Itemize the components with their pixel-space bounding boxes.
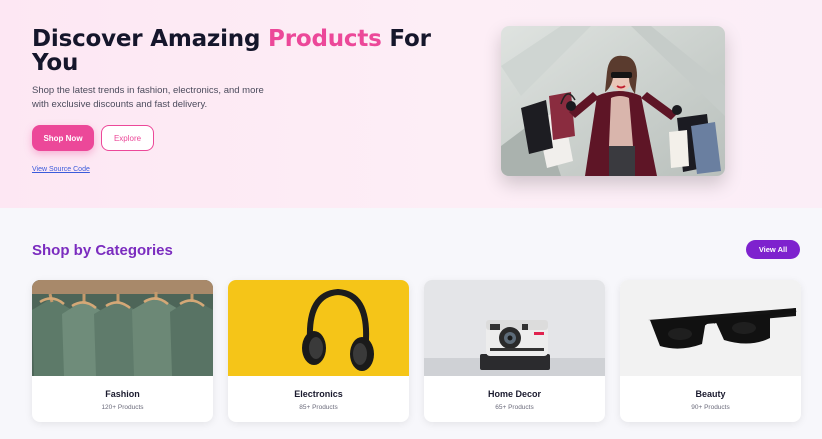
categories-title: Shop by Categories xyxy=(32,242,173,259)
hero-title-start: Discover Amazing xyxy=(32,26,269,52)
view-source-link[interactable]: View Source Code xyxy=(32,166,90,173)
category-count: 65+ Products xyxy=(495,404,534,411)
fashion-image xyxy=(32,280,213,376)
category-name: Home Decor xyxy=(487,389,541,399)
category-count: 85+ Products xyxy=(299,404,338,411)
hero-title: Discover Amazing Products For You xyxy=(32,27,432,75)
electronics-image xyxy=(228,280,409,376)
shop-now-button[interactable]: Shop Now xyxy=(32,125,94,151)
category-card-home-decor[interactable]: Home Decor 65+ Products xyxy=(424,280,605,422)
category-count: 90+ Products xyxy=(691,404,730,411)
category-card-beauty[interactable]: Beauty 90+ Products xyxy=(620,280,801,422)
category-count: 120+ Products xyxy=(101,404,144,411)
hero-section: Discover Amazing Products For You Shop t… xyxy=(0,0,822,208)
category-card-electronics[interactable]: Electronics 85+ Products xyxy=(228,280,409,422)
hero-shopping-photo xyxy=(501,26,725,176)
category-card-fashion[interactable]: Fashion 120+ Products xyxy=(32,280,213,422)
view-all-button[interactable]: View All xyxy=(746,240,800,259)
category-name: Electronics xyxy=(294,389,343,399)
hero-title-accent: Products xyxy=(268,26,382,52)
explore-button[interactable]: Explore xyxy=(101,125,154,151)
hero-subtitle: Shop the latest trends in fashion, elect… xyxy=(32,85,264,110)
category-name: Beauty xyxy=(695,389,726,399)
home-decor-image xyxy=(424,280,605,376)
beauty-image xyxy=(620,280,801,376)
category-name: Fashion xyxy=(105,389,140,399)
